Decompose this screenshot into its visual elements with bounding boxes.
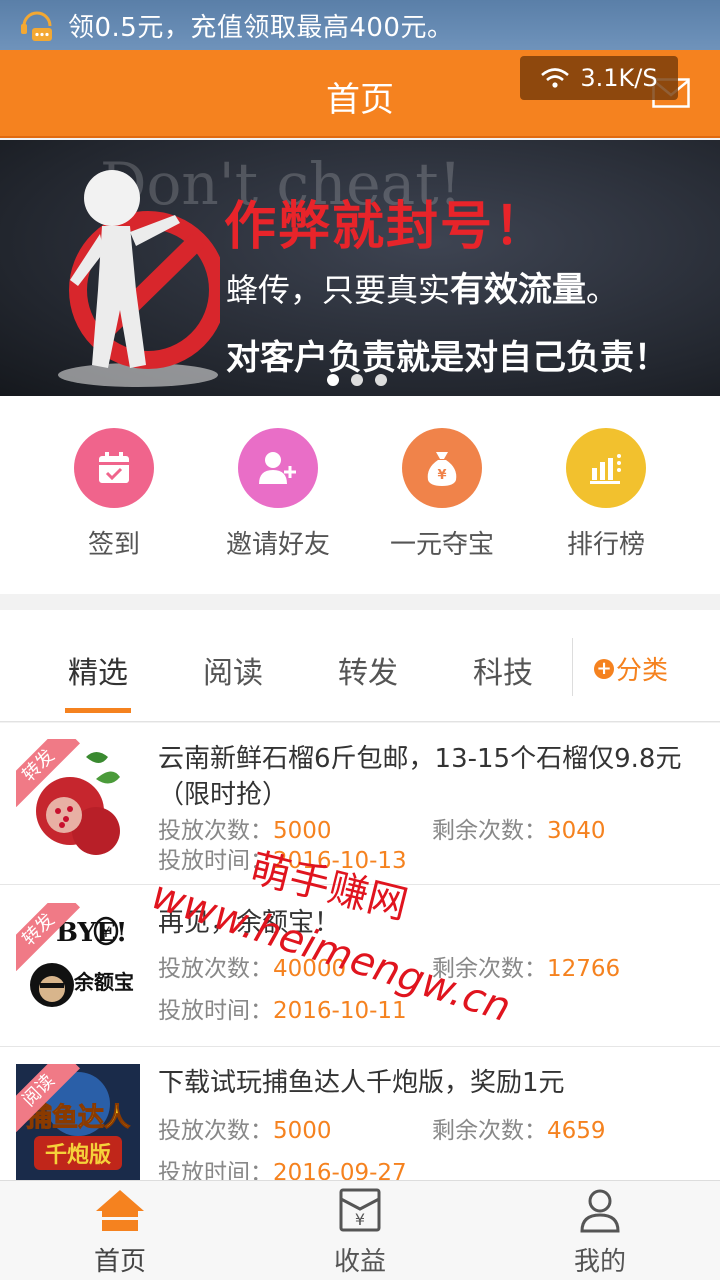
nav-label: 我的 (573, 1247, 626, 1277)
yuebao-text: 余额宝 (73, 970, 134, 994)
tab-featured[interactable]: 精选 (68, 648, 128, 692)
list-item[interactable]: 捕鱼达人 千炮版 阅读 下载试玩捕鱼达人千炮版，奖励1元 投放次数：5000 剩… (0, 1047, 720, 1180)
fish-subtitle-text: 千炮版 (45, 1142, 111, 1168)
time-value: 2016-10-11 (273, 998, 407, 1024)
money-bag-icon: ¥ (402, 428, 482, 508)
item-time: 投放时间：2016-09-27 (158, 1153, 407, 1180)
time-value: 2016-10-13 (273, 848, 407, 874)
item-remaining: 剩余次数：4659 (432, 1111, 606, 1145)
item-title: 云南新鲜石榴6斤包邮，13-15个石榴仅9.8元（限时抢） (158, 744, 682, 810)
pomegranate-image: 转发 (16, 739, 140, 863)
item-count: 投放次数：5000 (158, 811, 332, 845)
nav-label: 首页 (93, 1247, 146, 1277)
notification-text[interactable]: 领0.5元，充值领取最高400元。 (68, 7, 453, 44)
quick-action-label: 签到 (87, 530, 140, 560)
remain-value: 12766 (547, 956, 621, 982)
time-label: 投放时间： (158, 998, 273, 1024)
banner-sub-prefix: 蜂传，只要真实 (226, 271, 451, 309)
nav-home[interactable]: 首页 (45, 1187, 195, 1278)
list-item[interactable]: 转发 云南新鲜石榴6斤包邮，13-15个石榴仅9.8元（限时抢） 投放次数：50… (0, 723, 720, 885)
remain-label: 剩余次数： (432, 818, 547, 844)
quick-action-invite[interactable]: 邀请好友 (196, 428, 360, 561)
item-remaining: 剩余次数：12766 (432, 949, 620, 983)
active-tab-indicator (65, 708, 131, 713)
remain-label: 剩余次数： (432, 1118, 547, 1144)
list-item[interactable]: BYE! ¥ 余额宝 转发 再见，余额宝！ 投放次数：40000 剩余次数：12… (0, 885, 720, 1047)
wifi-icon (541, 68, 570, 88)
headset-chat-icon (21, 11, 52, 41)
count-label: 投放次数： (158, 1118, 273, 1144)
tab-divider (572, 638, 573, 696)
quick-actions: 签到 邀请好友 ¥ 一元夺宝 排行榜 (0, 396, 720, 594)
home-icon (96, 1190, 144, 1231)
item-title: 下载试玩捕鱼达人千炮版，奖励1元 (158, 1068, 565, 1098)
carousel-dot[interactable] (375, 374, 387, 386)
promo-banner[interactable]: Don't cheat! 作弊就封号！ 蜂传，只要真实有效流量。 对客户负责就是… (0, 140, 720, 396)
add-user-icon (238, 428, 318, 508)
item-count: 投放次数：5000 (158, 1111, 332, 1145)
item-count: 投放次数：40000 (158, 949, 346, 983)
bar-chart-icon (566, 428, 646, 508)
tab-tech[interactable]: 科技 (473, 648, 533, 692)
quick-action-checkin[interactable]: 签到 (32, 428, 196, 561)
banner-sub-bold: 有效流量 (450, 270, 587, 310)
time-label: 投放时间： (158, 1160, 273, 1180)
nav-label: 收益 (333, 1247, 386, 1277)
count-label: 投放次数： (158, 956, 273, 982)
tab-forward[interactable]: 转发 (338, 648, 398, 692)
svg-text:¥: ¥ (355, 1210, 365, 1229)
remain-value: 4659 (547, 1118, 606, 1144)
banner-subtitle: 蜂传，只要真实有效流量。 (226, 262, 618, 311)
category-tabs: 精选 阅读 转发 科技 + 分类 (0, 610, 720, 722)
banner-headline: 作弊就封号！ (224, 197, 549, 257)
quick-action-lottery[interactable]: ¥ 一元夺宝 (360, 428, 524, 561)
no-cheat-figure-icon (58, 170, 220, 387)
user-icon (580, 1189, 620, 1233)
banner-slogan: 对客户负责就是对自己负责！ (226, 338, 668, 378)
count-value: 40000 (273, 956, 347, 982)
plus-icon: + (594, 658, 614, 679)
quick-action-label: 邀请好友 (225, 530, 330, 560)
remain-label: 剩余次数： (432, 956, 547, 982)
calendar-check-icon (74, 428, 154, 508)
quick-action-ranking[interactable]: 排行榜 (524, 428, 688, 561)
time-label: 投放时间： (158, 848, 273, 874)
quick-action-label: 一元夺宝 (389, 530, 494, 560)
item-time: 投放时间：2016-10-13 (158, 841, 407, 875)
yuebao-image: BYE! ¥ 余额宝 转发 (16, 903, 140, 1027)
tab-reading[interactable]: 阅读 (203, 648, 263, 692)
remain-value: 3040 (547, 818, 606, 844)
category-label: 分类 (616, 656, 669, 686)
carousel-dot[interactable] (351, 374, 363, 386)
nav-earnings[interactable]: ¥ 收益 (285, 1187, 435, 1278)
nav-profile[interactable]: 我的 (525, 1187, 675, 1278)
carousel-dot[interactable] (327, 374, 339, 386)
category-button[interactable]: + 分类 (594, 650, 668, 687)
fish-title-text: 捕鱼达人 (26, 1103, 130, 1133)
svg-text:¥: ¥ (102, 925, 111, 941)
status-bar: 领0.5元，充值领取最高400元。 (0, 0, 720, 50)
count-value: 5000 (273, 1118, 332, 1144)
item-title: 再见，余额宝！ (158, 908, 341, 938)
wallet-icon: ¥ (339, 1188, 381, 1232)
task-list: 转发 云南新鲜石榴6斤包邮，13-15个石榴仅9.8元（限时抢） 投放次数：50… (0, 723, 720, 1180)
item-remaining: 剩余次数：3040 (432, 811, 606, 845)
network-speed-badge: 3.1K/S (520, 56, 678, 100)
network-speed-text: 3.1K/S (580, 64, 658, 92)
quick-action-label: 排行榜 (566, 530, 645, 560)
fishing-game-image: 捕鱼达人 千炮版 阅读 (16, 1064, 140, 1180)
svg-text:¥: ¥ (437, 468, 446, 483)
bottom-navigation: 首页 ¥ 收益 我的 (0, 1180, 720, 1280)
item-time: 投放时间：2016-10-11 (158, 991, 407, 1025)
time-value: 2016-09-27 (273, 1160, 407, 1180)
banner-sub-suffix: 。 (586, 271, 619, 309)
